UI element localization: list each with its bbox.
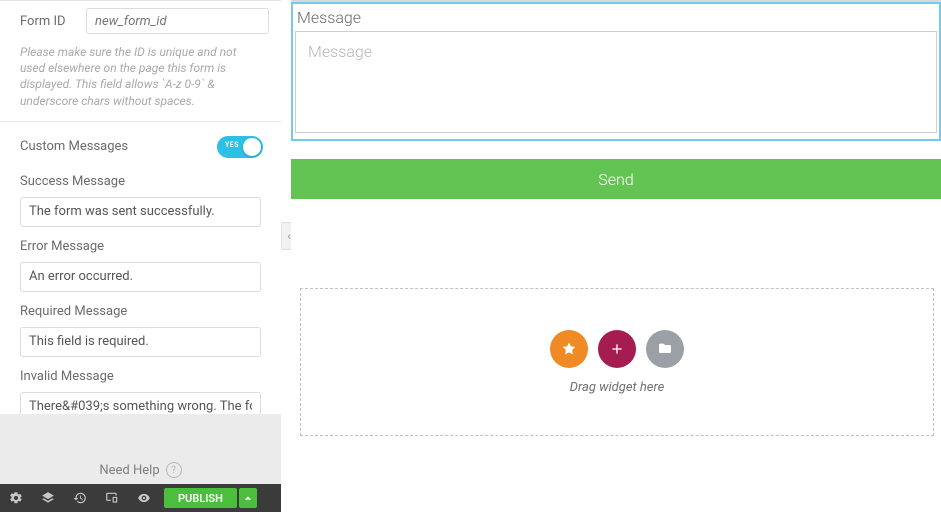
custom-messages-label: Custom Messages (20, 139, 128, 154)
invalid-message-label: Invalid Message (20, 369, 261, 384)
dropzone-text: Drag widget here (570, 380, 665, 395)
layers-icon[interactable] (32, 484, 64, 512)
error-message-label: Error Message (20, 239, 261, 254)
publish-button[interactable]: PUBLISH (164, 488, 237, 508)
success-message-label: Success Message (20, 174, 261, 189)
required-message-label: Required Message (20, 304, 261, 319)
publish-dropdown-caret[interactable] (239, 488, 257, 508)
form-id-label: Form ID (20, 14, 86, 29)
star-icon[interactable] (550, 330, 588, 368)
bottom-toolbar: PUBLISH (0, 484, 281, 512)
history-icon[interactable] (64, 484, 96, 512)
need-help-link[interactable]: Need Help ? (99, 462, 181, 478)
gear-icon[interactable] (0, 484, 32, 512)
send-label: Send (598, 170, 633, 189)
plus-icon[interactable] (598, 330, 636, 368)
message-textarea[interactable] (295, 31, 937, 133)
success-message-group: Success Message (0, 170, 281, 235)
need-help-text: Need Help (99, 463, 159, 478)
custom-messages-row: Custom Messages YES (0, 122, 281, 170)
help-icon: ? (166, 462, 182, 478)
folder-icon[interactable] (646, 330, 684, 368)
publish-label: PUBLISH (178, 492, 223, 505)
toggle-knob (243, 138, 261, 156)
error-message-group: Error Message (0, 235, 281, 300)
success-message-input[interactable] (20, 197, 261, 227)
error-message-input[interactable] (20, 262, 261, 292)
devices-icon[interactable] (96, 484, 128, 512)
required-message-group: Required Message (0, 300, 281, 365)
form-id-row: Form ID (0, 0, 281, 40)
message-field-label: Message (297, 8, 937, 27)
sidebar-footer: Need Help ? (0, 414, 281, 484)
form-id-helper-text: Please make sure the ID is unique and no… (0, 40, 281, 121)
custom-messages-toggle[interactable]: YES (217, 136, 263, 158)
message-field-selected[interactable]: Message (291, 2, 941, 141)
dropzone-icons (550, 330, 684, 368)
widget-dropzone[interactable]: Drag widget here (300, 288, 934, 436)
eye-icon[interactable] (128, 484, 160, 512)
required-message-input[interactable] (20, 327, 261, 357)
settings-sidebar: Form ID Please make sure the ID is uniqu… (0, 0, 281, 512)
toggle-yes-text: YES (225, 141, 239, 149)
form-id-input[interactable] (86, 8, 269, 34)
send-button[interactable]: Send (291, 159, 941, 199)
